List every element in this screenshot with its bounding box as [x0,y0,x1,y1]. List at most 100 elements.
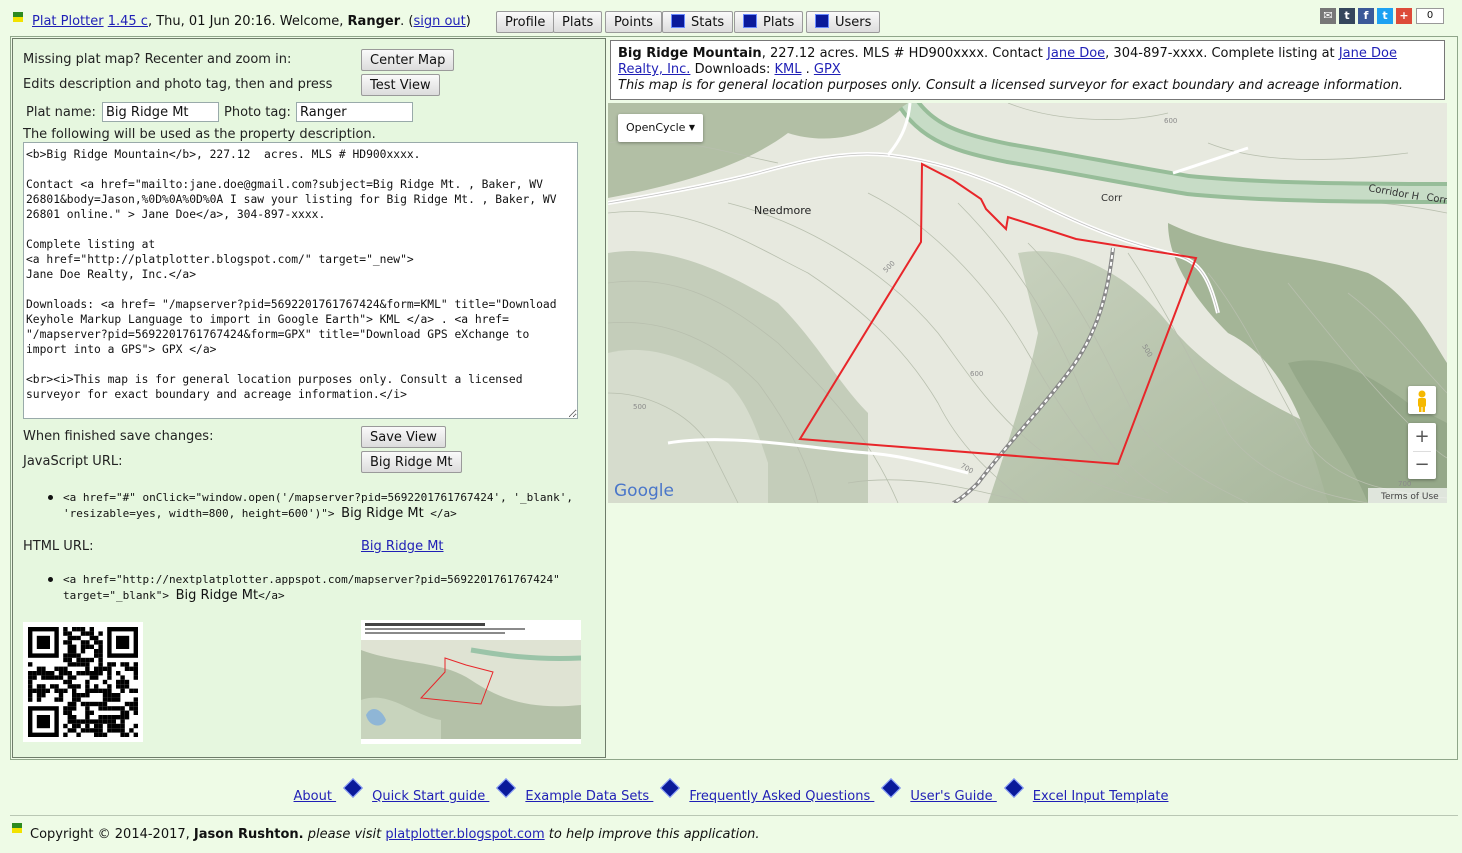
map-thumbnail[interactable] [361,620,581,744]
test-view-button[interactable]: Test View [361,74,440,96]
photo-tag-label: Photo tag: [224,105,291,120]
terms-of-use-link[interactable]: Terms of Use [1380,492,1439,502]
copyright: Copyright © 2014-2017, Jason Rushton. pl… [30,827,760,842]
gpx-link[interactable]: GPX [814,62,841,77]
app-name-link[interactable]: Plat Plotter [32,14,104,29]
downloads-label: Downloads: [694,62,771,77]
edit-instructions-label: Edits description and photo tag, then an… [23,77,333,92]
diamond-icon [343,778,363,798]
chevron-down-icon: ▼ [688,123,695,132]
contour-label: 700 [1398,480,1411,488]
facebook-icon[interactable]: f [1358,8,1374,24]
version-link[interactable]: 1.45 c [108,14,148,29]
footer-divider [10,815,1458,816]
plat-map[interactable]: Needmore Corr Corridor H Corr 500 500 50… [608,103,1447,503]
contact-link[interactable]: Jane Doe [1047,46,1105,61]
stats-square-icon [671,14,685,28]
author-name: Jason Rushton. [193,827,304,842]
map-layer-value: OpenCycle [626,121,686,134]
disclaimer: This map is for general location purpose… [618,78,1404,93]
contour-label: 500 [633,403,646,411]
javascript-url-label: JavaScript URL: [23,454,123,469]
description-label: The following will be used as the proper… [23,127,376,142]
html-code-text: Big Ridge Mt [175,588,259,603]
footer-link[interactable]: About [294,789,337,804]
html-url-label: HTML URL: [23,539,94,554]
acres-text: , 227.12 acres. MLS # HD900xxxx. Contact [761,46,1043,61]
sign-out-link[interactable]: sign out [413,14,465,29]
qr-code-icon [23,622,143,742]
email-icon[interactable]: ✉ [1320,8,1336,24]
footer-link[interactable]: Quick Start guide [372,789,489,804]
zoom-in-button[interactable]: + [1408,423,1436,451]
diamond-icon [660,778,681,798]
headline: Plat Plotter 1.45 c, Thu, 01 Jun 20:16. … [32,14,471,29]
zoom-control: + − [1408,423,1436,479]
footer-link[interactable]: Excel Input Template [1033,789,1169,804]
please-visit-text: please visit [307,827,382,842]
stats-label: Stats [691,15,725,30]
javascript-code: <a href="#" onClick="window.open('/mapse… [63,490,593,522]
photo-tag-input[interactable] [296,102,413,122]
description-textarea[interactable]: <b>Big Ridge Mountain</b>, 227.12 acres.… [23,142,578,419]
tumblr-icon[interactable]: t [1339,8,1355,24]
plats-button[interactable]: Plats [553,11,603,33]
share-count: 0 [1416,8,1444,24]
twitter-icon[interactable]: t [1377,8,1393,24]
map-layer-select[interactable]: OpenCycle ▼ [618,114,703,142]
road-label: Corr [1101,193,1123,204]
plats-square-icon [743,14,757,28]
app-logo-icon [13,12,23,22]
plat-name-label: Plat name: [26,105,96,120]
contour-label: 600 [970,370,983,378]
street-view-pegman-icon[interactable] [1408,386,1436,414]
google-plus-icon[interactable]: + [1396,8,1412,24]
plat-name-input[interactable] [102,102,219,122]
top-bar: Plat Plotter 1.45 c, Thu, 01 Jun 20:16. … [0,0,1462,36]
diamond-icon [881,778,902,798]
center-map-button[interactable]: Center Map [361,49,455,71]
footer-link[interactable]: User's Guide [910,789,996,804]
zoom-divider [1413,451,1431,452]
stats-tab-button[interactable]: Stats [662,11,734,33]
footer-link[interactable]: Example Data Sets [525,789,653,804]
users-square-icon [815,14,829,28]
google-logo: Google [614,481,674,501]
js-code-line2: 'resizable=yes, width=800, height=600')"… [63,507,335,520]
html-code-end: </a> [258,589,285,602]
bullet [48,577,53,582]
copyright-text: Copyright © 2014-2017, [30,827,190,842]
username: Ranger [347,14,401,29]
blog-link[interactable]: platplotter.blogspot.com [385,827,544,842]
listing-name: Big Ridge Mountain [618,46,762,61]
diamond-icon [496,778,517,798]
save-label: When finished save changes: [23,429,214,444]
profile-button[interactable]: Profile [496,11,555,33]
map-canvas[interactable]: Needmore Corr Corridor H Corr 500 500 50… [608,103,1447,503]
place-label: Needmore [754,204,811,217]
javascript-url-button[interactable]: Big Ridge Mt [361,451,462,473]
bullet [48,495,53,500]
users-tab-button[interactable]: Users [806,11,881,33]
save-view-button[interactable]: Save View [361,426,446,448]
html-code: <a href="http://nextplatplotter.appspot.… [63,572,593,604]
footer-links: About Quick Start guide Example Data Set… [0,778,1462,804]
plats-label: Plats [763,15,795,30]
social-share: ✉ t f t +0 [1317,8,1444,26]
points-button[interactable]: Points [605,11,663,33]
help-improve-text: to help improve this application. [548,827,760,842]
js-code-end: </a> [430,507,457,520]
plats-tab-button[interactable]: Plats [734,11,804,33]
recenter-label: Missing plat map? Recenter and zoom in: [23,52,292,67]
html-code-line1: <a href="http://nextplatplotter.appspot.… [63,573,560,586]
footer-link[interactable]: Frequently Asked Questions [689,789,874,804]
kml-link[interactable]: KML [775,62,802,77]
zoom-out-button[interactable]: − [1408,451,1436,479]
contour-label: 600 [1164,117,1177,125]
html-url-link[interactable]: Big Ridge Mt [361,539,444,554]
datetime: , [147,14,157,29]
footer-logo-icon [12,823,22,833]
users-label: Users [835,15,872,30]
welcome-text: Welcome, [279,14,344,29]
datetime-text: Thu, 01 Jun 20:16. [156,14,276,29]
